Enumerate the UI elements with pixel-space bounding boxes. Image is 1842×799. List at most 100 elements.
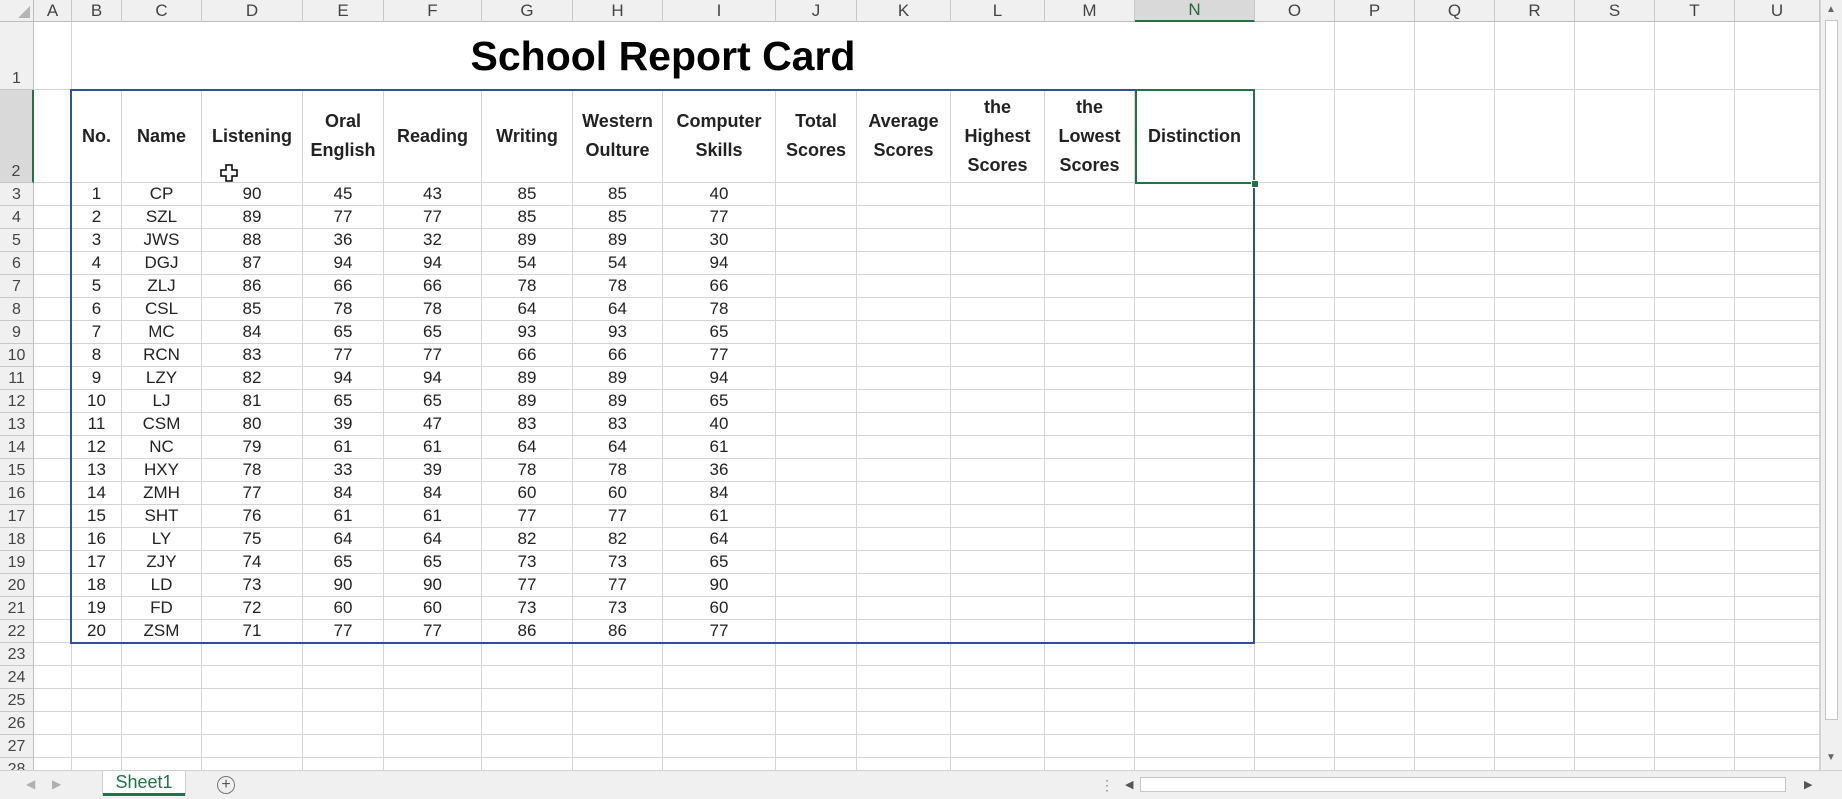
row-header-22[interactable]: 22 <box>0 620 34 643</box>
empty-cell[interactable] <box>663 666 776 689</box>
empty-cell[interactable] <box>482 666 573 689</box>
data-cell[interactable]: 78 <box>482 275 573 298</box>
vertical-scrollbar[interactable]: ▲ ▼ <box>1820 0 1842 770</box>
row-header-23[interactable]: 23 <box>0 643 34 666</box>
empty-cell[interactable] <box>1255 528 1335 551</box>
empty-cell[interactable] <box>34 712 72 735</box>
empty-cell[interactable] <box>34 390 72 413</box>
header-cell[interactable]: Distinction <box>1135 90 1255 183</box>
empty-cell[interactable] <box>1575 229 1655 252</box>
empty-cell[interactable] <box>1655 597 1735 620</box>
header-cell[interactable]: Computer Skills <box>663 90 776 183</box>
empty-cell[interactable] <box>1335 712 1415 735</box>
empty-cell[interactable] <box>1135 459 1255 482</box>
empty-cell[interactable] <box>1655 344 1735 367</box>
data-cell[interactable]: 60 <box>303 597 384 620</box>
empty-cell[interactable] <box>1135 643 1255 666</box>
empty-cell[interactable] <box>1495 574 1575 597</box>
empty-cell[interactable] <box>1415 597 1495 620</box>
empty-cell[interactable] <box>1495 689 1575 712</box>
empty-cell[interactable] <box>72 735 122 758</box>
empty-cell[interactable] <box>857 712 951 735</box>
empty-cell[interactable] <box>1575 90 1655 183</box>
empty-cell[interactable] <box>1655 551 1735 574</box>
data-cell[interactable]: 2 <box>72 206 122 229</box>
empty-cell[interactable] <box>1045 551 1135 574</box>
data-cell[interactable]: 77 <box>663 620 776 643</box>
header-cell[interactable]: Western Oulture <box>573 90 663 183</box>
empty-cell[interactable] <box>34 22 72 90</box>
empty-cell[interactable] <box>1135 482 1255 505</box>
empty-cell[interactable] <box>1575 712 1655 735</box>
empty-cell[interactable] <box>1335 436 1415 459</box>
data-cell[interactable]: 83 <box>202 344 303 367</box>
empty-cell[interactable] <box>1575 252 1655 275</box>
empty-cell[interactable] <box>857 643 951 666</box>
empty-cell[interactable] <box>1335 758 1415 770</box>
data-cell[interactable]: 7 <box>72 321 122 344</box>
empty-cell[interactable] <box>482 712 573 735</box>
data-cell[interactable]: 94 <box>384 367 482 390</box>
header-cell[interactable]: No. <box>72 90 122 183</box>
empty-cell[interactable] <box>1735 206 1820 229</box>
empty-cell[interactable] <box>951 229 1045 252</box>
empty-cell[interactable] <box>1495 252 1575 275</box>
data-cell[interactable]: JWS <box>122 229 202 252</box>
horizontal-scrollbar[interactable]: ◀ ▶ <box>1122 775 1820 795</box>
empty-cell[interactable] <box>1655 482 1735 505</box>
empty-cell[interactable] <box>1255 505 1335 528</box>
data-cell[interactable]: ZMH <box>122 482 202 505</box>
row-header-11[interactable]: 11 <box>0 367 34 390</box>
data-cell[interactable]: 80 <box>202 413 303 436</box>
empty-cell[interactable] <box>1575 206 1655 229</box>
empty-cell[interactable] <box>1575 344 1655 367</box>
empty-cell[interactable] <box>1495 275 1575 298</box>
empty-cell[interactable] <box>776 712 857 735</box>
column-header-h[interactable]: H <box>573 0 663 22</box>
empty-cell[interactable] <box>1045 321 1135 344</box>
data-cell[interactable]: 87 <box>202 252 303 275</box>
empty-cell[interactable] <box>384 758 482 770</box>
empty-cell[interactable] <box>1655 275 1735 298</box>
empty-cell[interactable] <box>951 252 1045 275</box>
empty-cell[interactable] <box>72 689 122 712</box>
empty-cell[interactable] <box>776 229 857 252</box>
tab-split-handle-icon[interactable]: ⋮ <box>1100 777 1114 794</box>
empty-cell[interactable] <box>857 528 951 551</box>
empty-cell[interactable] <box>951 643 1045 666</box>
empty-cell[interactable] <box>1045 436 1135 459</box>
empty-cell[interactable] <box>1045 505 1135 528</box>
empty-cell[interactable] <box>1335 22 1415 90</box>
empty-cell[interactable] <box>303 735 384 758</box>
empty-cell[interactable] <box>34 459 72 482</box>
data-cell[interactable]: 75 <box>202 528 303 551</box>
empty-cell[interactable] <box>1045 574 1135 597</box>
data-cell[interactable]: 32 <box>384 229 482 252</box>
data-cell[interactable]: 78 <box>573 459 663 482</box>
fill-handle[interactable] <box>1251 180 1259 188</box>
data-cell[interactable]: ZJY <box>122 551 202 574</box>
empty-cell[interactable] <box>1255 758 1335 770</box>
empty-cell[interactable] <box>951 620 1045 643</box>
empty-cell[interactable] <box>1575 367 1655 390</box>
data-cell[interactable]: 39 <box>384 459 482 482</box>
empty-cell[interactable] <box>34 689 72 712</box>
empty-cell[interactable] <box>1135 505 1255 528</box>
empty-cell[interactable] <box>1135 528 1255 551</box>
empty-cell[interactable] <box>1735 90 1820 183</box>
empty-cell[interactable] <box>1335 183 1415 206</box>
data-cell[interactable]: NC <box>122 436 202 459</box>
data-cell[interactable]: 5 <box>72 275 122 298</box>
data-cell[interactable]: 40 <box>663 183 776 206</box>
row-header-3[interactable]: 3 <box>0 183 34 206</box>
column-header-f[interactable]: F <box>384 0 482 22</box>
data-cell[interactable]: 77 <box>573 574 663 597</box>
data-cell[interactable]: 77 <box>663 206 776 229</box>
empty-cell[interactable] <box>1735 666 1820 689</box>
empty-cell[interactable] <box>1415 344 1495 367</box>
data-cell[interactable]: 65 <box>303 551 384 574</box>
empty-cell[interactable] <box>1335 643 1415 666</box>
empty-cell[interactable] <box>1655 252 1735 275</box>
empty-cell[interactable] <box>1335 597 1415 620</box>
column-header-p[interactable]: P <box>1335 0 1415 22</box>
